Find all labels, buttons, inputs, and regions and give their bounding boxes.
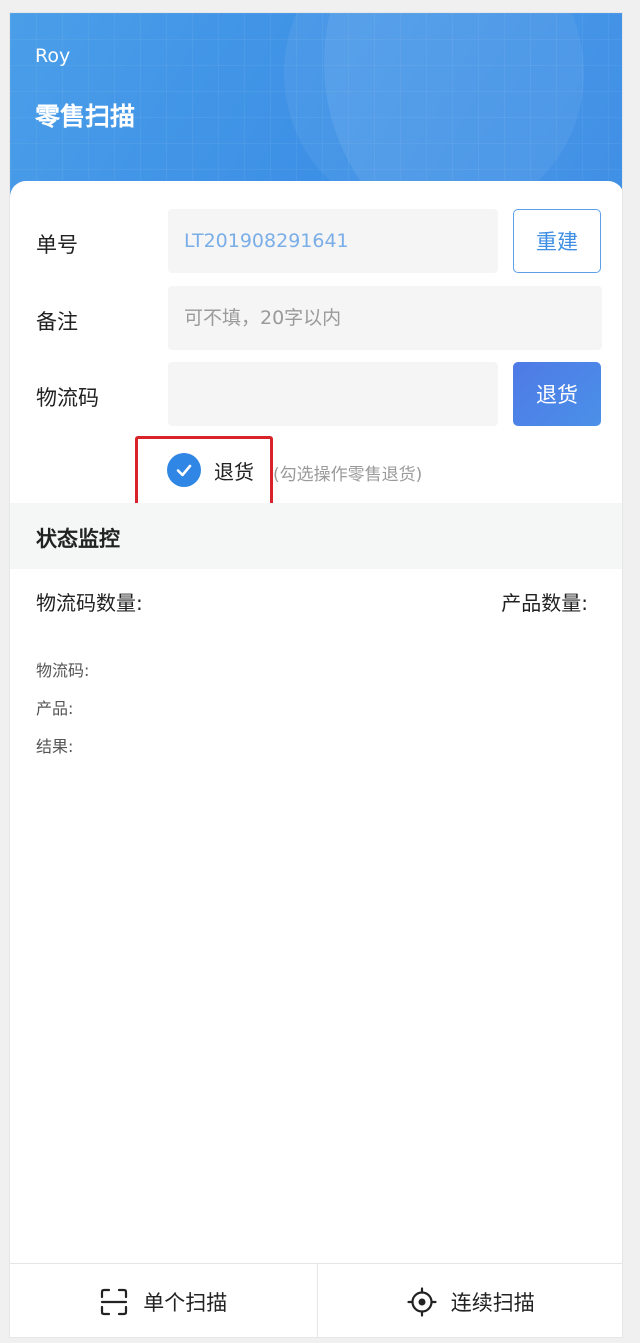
form-card: 单号 重建 备注 物流码 退货 退货 (勾选操作零售退货) 状态监控 物流码数量… bbox=[10, 181, 623, 1337]
return-checkbox[interactable] bbox=[167, 453, 201, 487]
continuous-scan-label: 连续扫描 bbox=[450, 1290, 535, 1315]
checkmark-icon bbox=[176, 464, 192, 477]
single-scan-label: 单个扫描 bbox=[143, 1290, 228, 1315]
order-number-input[interactable] bbox=[168, 209, 498, 273]
logistics-count-label: 物流码数量: bbox=[36, 591, 143, 615]
return-checkbox-hint: (勾选操作零售退货) bbox=[273, 465, 423, 485]
page-title: 零售扫描 bbox=[35, 102, 136, 131]
status-monitor-header: 状态监控 bbox=[10, 503, 622, 569]
single-scan-tab[interactable]: 单个扫描 bbox=[10, 1264, 317, 1337]
return-checkbox-label[interactable]: 退货 bbox=[214, 456, 254, 485]
rebuild-button[interactable]: 重建 bbox=[513, 209, 601, 273]
bottom-tabbar: 单个扫描 连续扫描 bbox=[10, 1263, 623, 1337]
monitor-line-product: 产品: bbox=[36, 699, 74, 718]
scan-icon bbox=[99, 1287, 129, 1317]
app-screen: Roy 零售扫描 单号 重建 备注 物流码 退货 退货 (勾选操作零售退货) 状… bbox=[9, 12, 623, 1338]
monitor-line-result: 结果: bbox=[36, 737, 74, 756]
user-name: Roy bbox=[35, 45, 71, 67]
logistics-code-input[interactable] bbox=[168, 362, 498, 426]
return-button[interactable]: 退货 bbox=[513, 362, 601, 426]
continuous-scan-tab[interactable]: 连续扫描 bbox=[316, 1264, 623, 1337]
product-count-label: 产品数量: bbox=[501, 591, 588, 615]
target-icon bbox=[407, 1286, 437, 1317]
order-label: 单号 bbox=[36, 233, 78, 257]
monitor-line-logistics: 物流码: bbox=[36, 661, 90, 680]
remark-label: 备注 bbox=[36, 310, 78, 334]
logistics-label: 物流码 bbox=[36, 386, 99, 410]
remark-input[interactable] bbox=[168, 286, 602, 350]
section-title: 状态监控 bbox=[36, 527, 120, 551]
